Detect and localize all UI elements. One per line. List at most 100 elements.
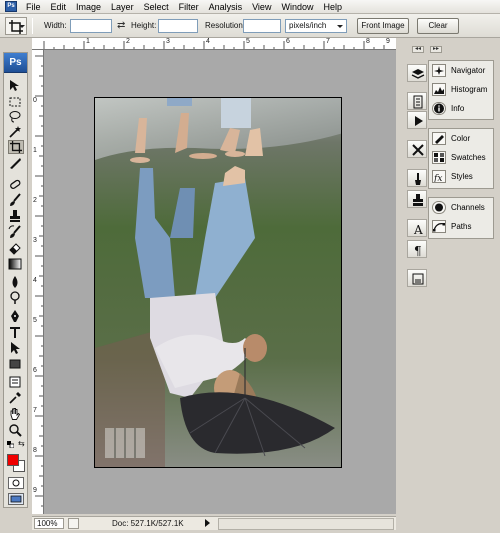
width-field[interactable] (70, 19, 112, 33)
actions-dock-button[interactable] (407, 111, 427, 129)
layers-dock-button[interactable] (407, 64, 427, 82)
panel-tab-styles[interactable]: fx Styles (429, 167, 493, 186)
menu-image[interactable]: Image (71, 0, 106, 14)
menu-select[interactable]: Select (139, 0, 174, 14)
character-dock-button[interactable]: A (407, 219, 427, 237)
path-selection-tool[interactable] (8, 341, 24, 355)
ruler-tick-label: 1 (86, 38, 90, 45)
blur-tool[interactable] (8, 275, 24, 289)
menu-analysis[interactable]: Analysis (204, 0, 248, 14)
status-menu-arrow-icon[interactable] (205, 519, 210, 527)
gradient-tool[interactable] (8, 257, 24, 271)
history-brush-tool[interactable] (8, 225, 24, 239)
resolution-label: Resolution: (205, 21, 246, 30)
panel-collapse-button[interactable]: ▸▸ (430, 46, 442, 53)
rectangle-tool[interactable] (8, 357, 24, 371)
paths-icon (432, 220, 446, 233)
crop-tool[interactable] (8, 140, 24, 154)
panel-label: Styles (451, 172, 473, 181)
lasso-tool[interactable] (8, 110, 24, 124)
dodge-tool[interactable] (8, 291, 24, 305)
app-menu-icon[interactable]: Ps (5, 1, 17, 12)
ruler-tick-label: 2 (126, 38, 130, 45)
slice-icon (10, 158, 21, 169)
panel-tab-navigator[interactable]: Navigator (429, 61, 493, 80)
notes-tool[interactable] (8, 375, 24, 389)
hand-icon (10, 408, 21, 420)
type-tool[interactable] (8, 325, 24, 339)
menu-file[interactable]: File (21, 0, 46, 14)
history-brush-icon (8, 225, 21, 238)
panel-tab-histogram[interactable]: Histogram (429, 80, 493, 99)
crop-icon (10, 141, 22, 153)
brush-icon (10, 193, 21, 206)
ps-logo[interactable]: Ps (4, 53, 27, 73)
color-icon (432, 132, 446, 145)
swap-colors-icon[interactable]: ⇆ (18, 439, 25, 448)
clone-stamp-tool[interactable] (8, 209, 24, 223)
panel-tab-swatches[interactable]: Swatches (429, 148, 493, 167)
status-bar: 100% Doc: 527.1K/527.1K (32, 516, 396, 530)
paragraph-dock-button[interactable]: ¶ (407, 240, 427, 258)
canvas-area[interactable] (44, 50, 396, 514)
menu-help[interactable]: Help (318, 0, 347, 14)
ruler-tick-label: 4 (206, 38, 210, 45)
clear-button[interactable]: Clear (417, 18, 459, 34)
color-panel-group: Color Swatches fx Styles (428, 128, 494, 189)
magic-wand-icon (9, 126, 21, 138)
document-photo[interactable] (94, 97, 342, 468)
foreground-color-swatch[interactable] (7, 454, 19, 466)
ruler-tick-label: 4 (33, 277, 37, 284)
zoom-field[interactable]: 100% (34, 518, 64, 529)
panel-tab-channels[interactable]: Channels (429, 198, 493, 217)
menu-layer[interactable]: Layer (106, 0, 139, 14)
slice-tool[interactable] (8, 156, 24, 170)
eyedropper-tool[interactable] (8, 391, 24, 405)
marquee-tool[interactable] (8, 95, 24, 109)
move-tool[interactable] (8, 79, 24, 93)
ruler-tick-label: 6 (33, 367, 37, 374)
menu-edit[interactable]: Edit (46, 0, 72, 14)
swatches-icon (432, 151, 446, 164)
ruler-tick-label: 8 (33, 447, 37, 454)
panel-tab-info[interactable]: Info (429, 99, 493, 118)
magic-wand-tool[interactable] (8, 125, 24, 139)
tool-preset-picker[interactable] (5, 17, 27, 35)
ruler-tick-label: 7 (33, 407, 37, 414)
menu-window[interactable]: Window (276, 0, 318, 14)
layers-icon (411, 69, 425, 79)
layer-comps-dock-button[interactable] (407, 269, 427, 287)
panel-tab-color[interactable]: Color (429, 129, 493, 148)
healing-brush-tool[interactable] (8, 177, 24, 191)
quick-mask-icon[interactable] (8, 477, 24, 489)
screen-mode-icon[interactable] (8, 493, 24, 505)
clone-source-dock-button[interactable] (407, 190, 427, 208)
eraser-icon (9, 243, 21, 255)
front-image-button[interactable]: Front Image (357, 18, 409, 34)
eraser-tool[interactable] (8, 241, 24, 255)
pen-icon (11, 310, 19, 322)
pen-tool[interactable] (8, 309, 24, 323)
panel-tab-paths[interactable]: Paths (429, 217, 493, 236)
toolbox: Ps ⇆ (3, 52, 28, 508)
zoom-tool[interactable] (8, 423, 24, 437)
panel-dock-header: ◂◂ ▸▸ (406, 45, 500, 54)
height-field[interactable] (158, 19, 198, 33)
tool-presets-dock-button[interactable] (407, 140, 427, 158)
default-colors-icon[interactable] (7, 440, 15, 449)
brush-tool[interactable] (8, 193, 24, 207)
dock-collapse-button[interactable]: ◂◂ (412, 46, 424, 53)
hand-tool[interactable] (8, 407, 24, 421)
horizontal-scrollbar[interactable] (218, 518, 394, 530)
channels-icon (432, 201, 446, 214)
notes-icon (9, 376, 21, 388)
swap-dimensions-icon[interactable]: ⇄ (117, 20, 125, 31)
status-preview-icon[interactable] (68, 518, 79, 529)
menu-view[interactable]: View (247, 0, 276, 14)
brushes-dock-button[interactable] (407, 169, 427, 187)
menu-filter[interactable]: Filter (174, 0, 204, 14)
resolution-field[interactable] (243, 19, 281, 33)
history-dock-button[interactable] (407, 92, 427, 110)
resolution-unit-select[interactable]: pixels/inch (285, 19, 347, 33)
zoom-icon (9, 424, 22, 437)
